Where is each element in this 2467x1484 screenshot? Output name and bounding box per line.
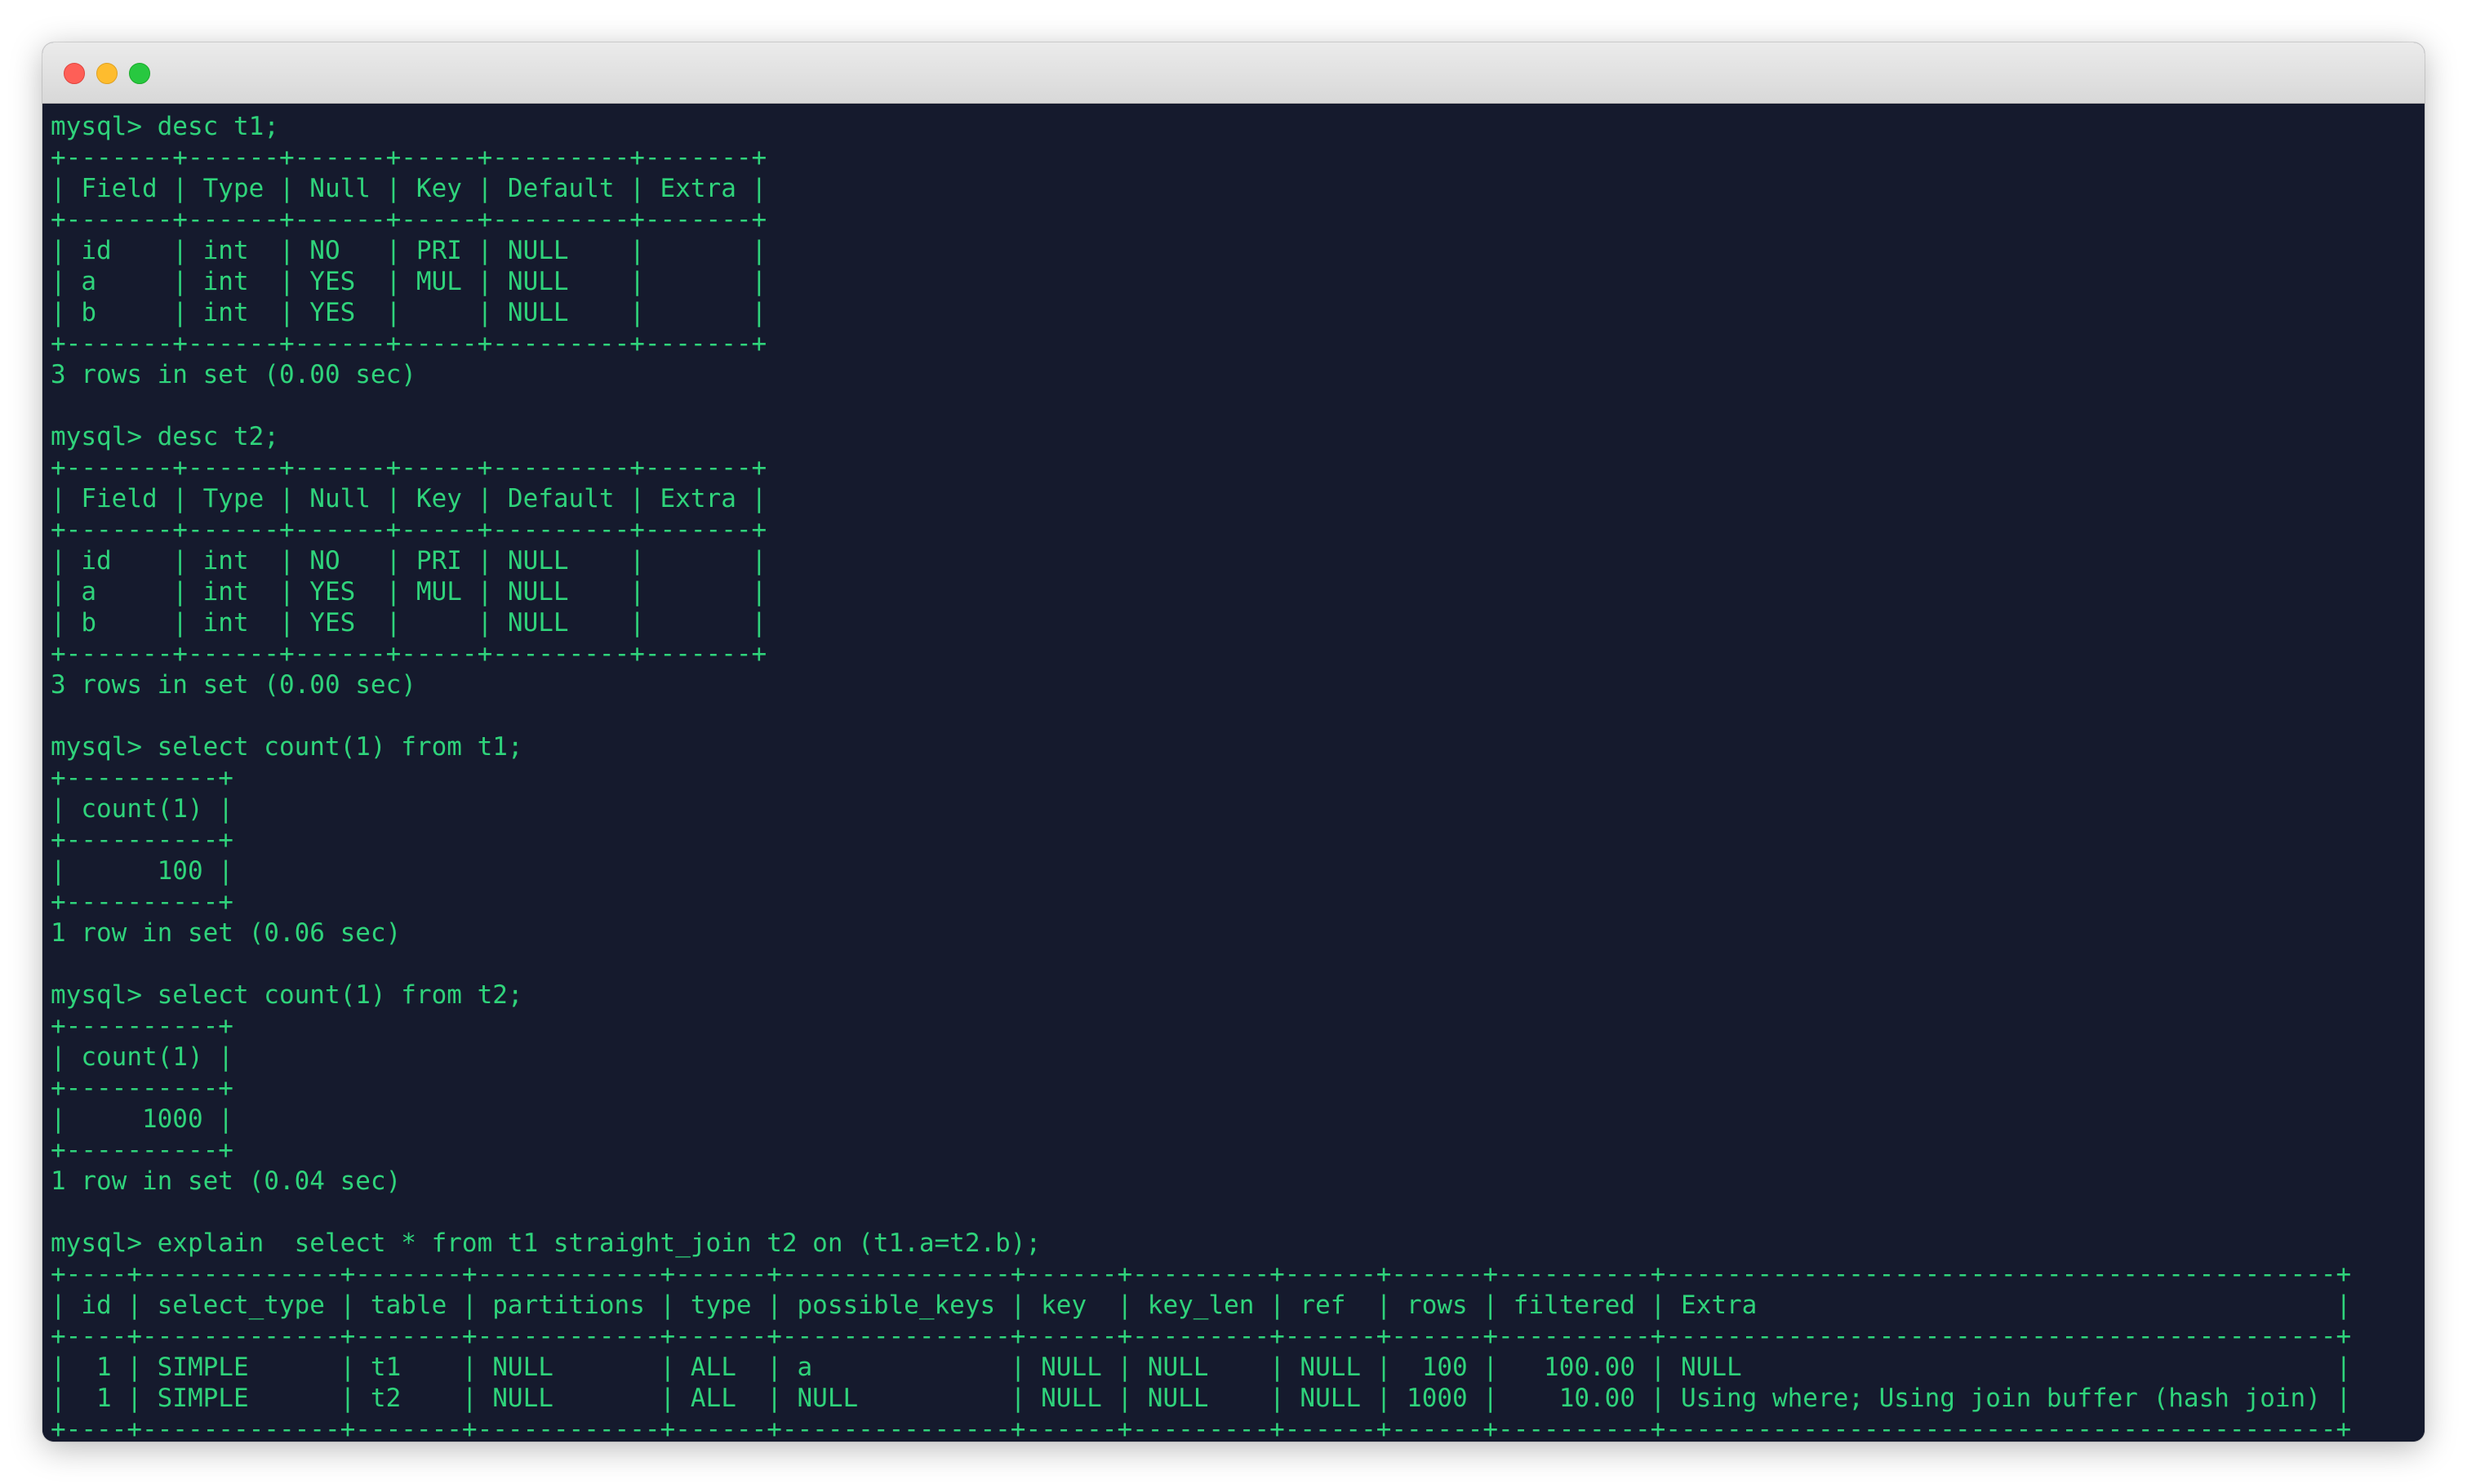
close-window-button[interactable]	[64, 63, 85, 84]
terminal-line: 1 row in set (0.06 sec)	[51, 918, 402, 948]
zoom-window-button[interactable]	[129, 63, 150, 84]
terminal-line: | 1000 |	[51, 1104, 233, 1134]
terminal-line: mysql> select count(1) from t1;	[51, 732, 523, 762]
terminal-line: +----------+	[51, 1135, 233, 1165]
terminal-line: | a | int | YES | MUL | NULL | |	[51, 267, 767, 296]
terminal-window: mysql> desc t1; +-------+------+------+--…	[42, 42, 2425, 1442]
terminal-line: | Field | Type | Null | Key | Default | …	[51, 484, 767, 513]
terminal-line: | Field | Type | Null | Key | Default | …	[51, 174, 767, 203]
terminal-line: | b | int | YES | | NULL | |	[51, 298, 767, 327]
terminal-line: +-------+------+------+-----+---------+-…	[51, 639, 767, 669]
terminal-line: mysql> desc t2;	[51, 422, 279, 451]
terminal-line: | count(1) |	[51, 794, 233, 824]
terminal-line: | 100 |	[51, 856, 233, 886]
minimize-window-button[interactable]	[96, 63, 118, 84]
terminal-line: | b | int | YES | | NULL | |	[51, 608, 767, 638]
terminal-line: +----+-------------+-------+------------…	[51, 1415, 2352, 1442]
terminal-line: | id | int | NO | PRI | NULL | |	[51, 236, 767, 265]
title-bar	[42, 42, 2425, 104]
terminal-line: mysql> select count(1) from t2;	[51, 980, 523, 1010]
terminal-line: | 1 | SIMPLE | t1 | NULL | ALL | a | NUL…	[51, 1353, 2352, 1382]
terminal-line: +----------+	[51, 763, 233, 793]
terminal-line: mysql> explain select * from t1 straight…	[51, 1229, 1042, 1258]
terminal-line: 3 rows in set (0.00 sec)	[51, 360, 416, 389]
terminal-line: +-------+------+------+-----+---------+-…	[51, 515, 767, 544]
terminal-line: 1 row in set (0.04 sec)	[51, 1166, 402, 1196]
terminal-line: mysql> desc t1;	[51, 112, 279, 141]
terminal-line: | id | int | NO | PRI | NULL | |	[51, 546, 767, 575]
terminal-line: +-------+------+------+-----+---------+-…	[51, 205, 767, 234]
terminal-line: +----------+	[51, 1011, 233, 1041]
terminal-line: +----------+	[51, 1073, 233, 1103]
terminal-line: | id | select_type | table | partitions …	[51, 1291, 2352, 1320]
terminal-line: +-------+------+------+-----+---------+-…	[51, 453, 767, 482]
terminal-line: +----+-------------+-------+------------…	[51, 1260, 2352, 1289]
terminal-output[interactable]: mysql> desc t1; +-------+------+------+--…	[42, 104, 2425, 1442]
terminal-line: 3 rows in set (0.00 sec)	[51, 670, 416, 700]
terminal-line: +-------+------+------+-----+---------+-…	[51, 329, 767, 358]
terminal-line: +-------+------+------+-----+---------+-…	[51, 143, 767, 172]
terminal-line: | count(1) |	[51, 1042, 233, 1072]
terminal-line: +----------+	[51, 825, 233, 855]
terminal-line: +----------+	[51, 887, 233, 917]
terminal-line: | a | int | YES | MUL | NULL | |	[51, 577, 767, 606]
terminal-line: | 1 | SIMPLE | t2 | NULL | ALL | NULL | …	[51, 1384, 2352, 1413]
terminal-line: +----+-------------+-------+------------…	[51, 1322, 2352, 1351]
